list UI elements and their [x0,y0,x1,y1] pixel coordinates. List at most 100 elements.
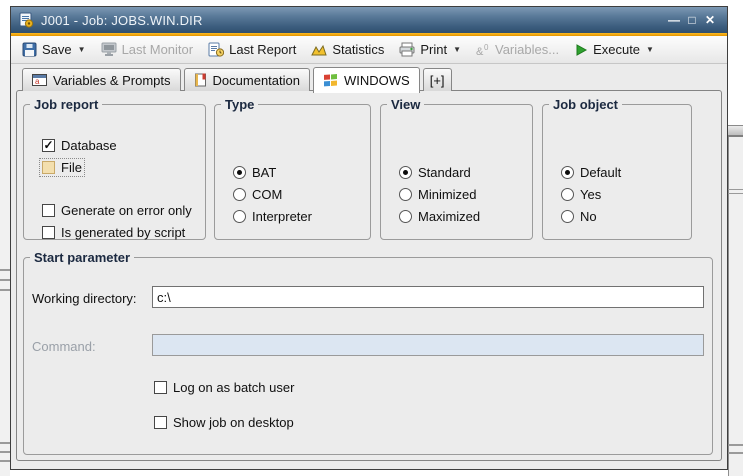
type-group: Type BAT COM Interpreter [214,97,371,240]
checkbox-database[interactable]: Database [42,138,117,153]
checkbox-log-on-as-batch-user[interactable]: Log on as batch user [154,380,294,395]
job-report-group: Job report Database File Generate on err… [23,97,206,240]
last-monitor-button: Last Monitor [101,42,193,57]
background-white [0,0,10,60]
prompt-window-icon: a [32,74,47,86]
tab-label: Documentation [212,72,300,88]
radio-label: BAT [252,165,277,180]
radio-circle [561,166,574,179]
tab-add[interactable]: [+] [422,68,452,91]
radio-circle [233,210,246,223]
checkbox-label: Log on as batch user [173,380,295,395]
execute-dropdown-caret[interactable]: ▼ [646,45,654,54]
printer-icon [399,42,415,57]
job-document-gear-icon [19,12,34,28]
variables-icon: & 0 [476,43,489,57]
radio-default[interactable]: Default [561,165,621,180]
job-object-group: Job object Default Yes No [542,97,692,240]
radio-bat[interactable]: BAT [233,165,276,180]
monitor-icon [101,42,117,56]
working-directory-input[interactable] [152,286,704,308]
windows-tab-panel: Job report Database File Generate on err… [16,90,722,461]
radio-label: Default [580,165,622,180]
radio-interpreter[interactable]: Interpreter [233,209,312,224]
view-group: View Standard Minimized Maximized [380,97,533,240]
command-input [152,334,704,356]
radio-circle [233,188,246,201]
radio-circle [561,210,574,223]
radio-maximized[interactable]: Maximized [399,209,480,224]
radio-label: Yes [580,187,602,202]
checkbox-is-generated-by-script[interactable]: Is generated by script [42,225,185,240]
tab-windows[interactable]: WINDOWS [312,67,420,93]
save-label: Save [42,42,72,57]
checkbox-box [154,381,167,394]
execute-label: Execute [593,42,641,57]
radio-standard[interactable]: Standard [399,165,471,180]
checkbox-label: Show job on desktop [173,415,294,430]
print-dropdown-caret[interactable]: ▼ [453,45,461,54]
radio-com[interactable]: COM [233,187,282,202]
windows-logo-icon [323,74,337,87]
tab-documentation[interactable]: Documentation [183,68,310,91]
checkbox-generate-on-error-only[interactable]: Generate on error only [42,203,192,218]
close-button[interactable]: ✕ [701,11,719,29]
background-panel [728,125,743,476]
checkbox-show-job-on-desktop[interactable]: Show job on desktop [154,415,294,430]
tab-bar: a Variables & Prompts Documentation WIND… [22,66,455,93]
radio-circle [561,188,574,201]
svg-text:&: & [476,46,484,57]
desktop: J001 - Job: JOBS.WIN.DIR — □ ✕ Save ▼ La… [0,0,743,476]
print-label: Print [420,42,448,57]
statistics-button[interactable]: Statistics [311,42,384,57]
checkbox-label: Database [61,138,117,153]
background-window-left-edge [0,0,10,476]
execute-play-icon [576,43,588,56]
tab-label: WINDOWS [343,73,410,88]
window-title: J001 - Job: JOBS.WIN.DIR [41,12,203,28]
job-window: J001 - Job: JOBS.WIN.DIR — □ ✕ Save ▼ La… [10,6,728,470]
radio-label: COM [252,187,283,202]
checkbox-box [42,161,55,174]
start-parameter-group: Start parameter Working directory: Comma… [23,250,713,455]
last-report-button[interactable]: Last Report [208,42,296,57]
radio-yes[interactable]: Yes [561,187,601,202]
minimize-button[interactable]: — [665,11,683,29]
background-divider [0,460,10,462]
titlebar[interactable]: J001 - Job: JOBS.WIN.DIR — □ ✕ [11,7,727,33]
tab-variables-prompts[interactable]: a Variables & Prompts [22,68,181,91]
checkbox-box [154,416,167,429]
save-floppy-icon [22,42,37,57]
maximize-button[interactable]: □ [683,11,701,29]
execute-button[interactable]: Execute ▼ [574,42,654,57]
variables-label: Variables... [494,42,560,57]
report-clock-icon [208,42,225,57]
radio-minimized[interactable]: Minimized [399,187,477,202]
start-parameter-group-title: Start parameter [34,250,131,265]
statistics-chart-icon [311,44,328,55]
radio-circle [399,210,412,223]
radio-label: Maximized [418,209,481,224]
background-divider [728,452,743,454]
job-report-group-title: Job report [34,97,99,112]
checkbox-box [42,204,55,217]
checkbox-file[interactable]: File [39,158,85,177]
save-button[interactable]: Save ▼ [22,42,86,57]
command-label: Command: [32,339,96,354]
radio-circle [399,188,412,201]
radio-label: Minimized [418,187,477,202]
radio-circle [233,166,246,179]
background-divider [728,444,743,446]
working-directory-label: Working directory: [32,291,137,306]
background-header-bar [728,125,743,137]
radio-label: Standard [418,165,471,180]
radio-no[interactable]: No [561,209,597,224]
background-divider [0,442,10,444]
checkbox-box [42,226,55,239]
background-divider [728,189,743,194]
job-object-group-title: Job object [553,97,619,112]
save-dropdown-caret[interactable]: ▼ [78,45,86,54]
checkbox-label: Generate on error only [61,203,192,218]
print-button[interactable]: Print ▼ [399,42,461,57]
radio-label: Interpreter [252,209,312,224]
